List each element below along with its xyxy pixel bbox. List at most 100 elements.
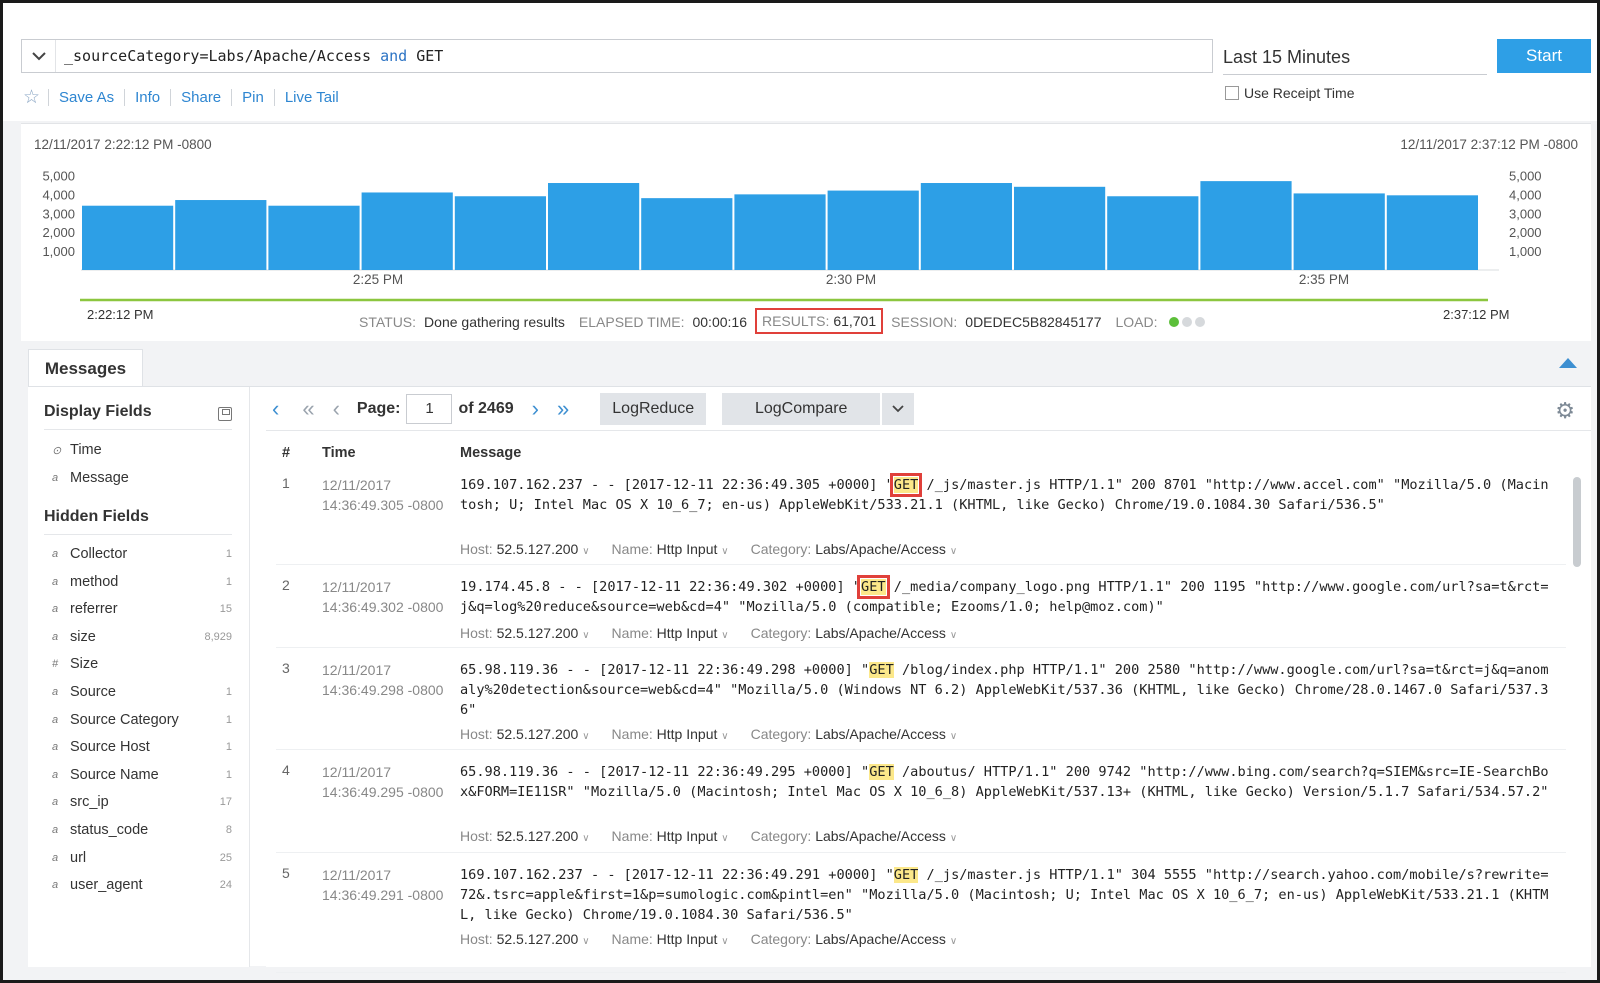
chevron-down-icon[interactable]: ∨ <box>582 630 589 641</box>
page-number-input[interactable]: 1 <box>406 393 453 424</box>
chevron-down-icon[interactable]: ∨ <box>582 833 589 844</box>
gear-icon[interactable]: ⚙ <box>1555 398 1575 424</box>
chevron-down-icon[interactable] <box>22 40 56 72</box>
tab-messages[interactable]: Messages <box>28 349 143 387</box>
field-item[interactable]: a size 8,929 <box>52 629 232 645</box>
field-item[interactable]: a user_agent 24 <box>52 877 232 893</box>
host-value[interactable]: 52.5.127.200 <box>497 828 579 844</box>
histogram-bar[interactable] <box>1386 195 1478 270</box>
chevron-down-icon[interactable]: ∨ <box>721 936 728 947</box>
category-value[interactable]: Labs/Apache/Access <box>815 828 946 844</box>
host-value[interactable]: 52.5.127.200 <box>497 726 579 742</box>
chevron-down-icon[interactable]: ∨ <box>582 936 589 947</box>
histogram-bar[interactable] <box>175 200 267 270</box>
chevron-down-icon[interactable]: ∨ <box>950 936 957 947</box>
name-value[interactable]: Http Input <box>657 726 718 742</box>
name-value[interactable]: Http Input <box>657 931 718 947</box>
category-value[interactable]: Labs/Apache/Access <box>815 726 946 742</box>
histogram-bar[interactable] <box>1014 186 1106 270</box>
field-item[interactable]: # Size <box>52 656 232 672</box>
live-tail-link[interactable]: Live Tail <box>273 88 349 106</box>
chevron-down-icon[interactable]: ∨ <box>721 630 728 641</box>
histogram-bar[interactable] <box>920 183 1012 270</box>
logcompare-dropdown[interactable] <box>882 392 915 425</box>
field-item[interactable]: a method 1 <box>52 574 232 590</box>
query-input[interactable]: _sourceCategory=Labs/Apache/Access and G… <box>21 39 1213 73</box>
category-value[interactable]: Labs/Apache/Access <box>815 931 946 947</box>
query-text[interactable]: _sourceCategory=Labs/Apache/Access and G… <box>56 47 443 65</box>
field-item[interactable]: a status_code 8 <box>52 822 232 838</box>
field-item[interactable]: a Source 1 <box>52 684 232 700</box>
histogram-bar[interactable] <box>548 183 640 270</box>
share-link[interactable]: Share <box>170 88 231 106</box>
scrollbar[interactable] <box>1573 477 1581 567</box>
chevron-left-icon[interactable]: ‹ <box>272 396 279 422</box>
chevron-down-icon[interactable]: ∨ <box>721 833 728 844</box>
column-header-num[interactable]: # <box>282 445 290 461</box>
chevron-down-icon[interactable]: ∨ <box>950 546 957 557</box>
field-item[interactable]: a src_ip 17 <box>52 794 232 810</box>
row-message[interactable]: 65.98.119.36 - - [2017-12-11 22:36:49.29… <box>460 660 1550 720</box>
name-value[interactable]: Http Input <box>657 625 718 641</box>
checkbox[interactable] <box>1225 86 1239 100</box>
field-item[interactable]: a Source Name 1 <box>52 767 232 783</box>
row-message[interactable]: 169.107.162.237 - - [2017-12-11 22:36:49… <box>460 473 1550 515</box>
chevron-down-icon[interactable]: ∨ <box>950 731 957 742</box>
field-item[interactable]: a Source Host 1 <box>52 739 232 755</box>
start-button[interactable]: Start <box>1497 39 1591 73</box>
collapse-up-icon[interactable] <box>1559 358 1577 368</box>
name-value[interactable]: Http Input <box>657 828 718 844</box>
save-as-link[interactable]: Save As <box>48 88 124 106</box>
row-message[interactable]: 65.98.119.36 - - [2017-12-11 22:36:49.29… <box>460 762 1550 802</box>
histogram-bar[interactable] <box>734 194 826 270</box>
chevron-down-icon[interactable]: ∨ <box>950 833 957 844</box>
save-icon[interactable] <box>218 407 232 421</box>
receipt-time-checkbox[interactable]: Use Receipt Time <box>1225 85 1354 101</box>
column-header-message[interactable]: Message <box>460 445 521 461</box>
histogram-bar[interactable] <box>82 205 174 270</box>
chevron-down-icon[interactable]: ∨ <box>721 546 728 557</box>
time-range-input[interactable]: Last 15 Minutes <box>1223 43 1487 75</box>
row-message[interactable]: 169.107.162.237 - - [2017-12-11 22:36:49… <box>460 865 1550 925</box>
category-value[interactable]: Labs/Apache/Access <box>815 625 946 641</box>
histogram-bar[interactable] <box>827 190 919 270</box>
field-item[interactable]: a Source Category 1 <box>52 712 232 728</box>
logcompare-button[interactable]: LogCompare <box>722 392 881 425</box>
chevron-down-icon[interactable]: ∨ <box>582 731 589 742</box>
histogram-bar[interactable] <box>1200 181 1292 270</box>
last-page-icon[interactable]: » <box>557 396 569 422</box>
histogram-bar[interactable] <box>454 196 546 270</box>
table-row[interactable]: 5 12/11/2017 14:36:49.291 -0800 169.107.162… <box>276 853 1566 973</box>
logreduce-button[interactable]: LogReduce <box>600 392 707 425</box>
host-value[interactable]: 52.5.127.200 <box>497 625 579 641</box>
histogram-bar[interactable] <box>641 198 733 270</box>
table-row[interactable]: 3 12/11/2017 14:36:49.298 -0800 65.98.119.3… <box>276 648 1566 750</box>
host-value[interactable]: 52.5.127.200 <box>497 541 579 557</box>
chevron-down-icon[interactable]: ∨ <box>582 546 589 557</box>
chevron-down-icon[interactable]: ∨ <box>950 630 957 641</box>
field-item[interactable]: a url 25 <box>52 850 232 866</box>
chevron-down-icon[interactable]: ∨ <box>721 731 728 742</box>
star-icon[interactable]: ☆ <box>23 86 40 109</box>
first-page-icon[interactable]: « <box>302 396 314 422</box>
pin-link[interactable]: Pin <box>231 88 274 106</box>
table-row[interactable]: 4 12/11/2017 14:36:49.295 -0800 65.98.119.3… <box>276 750 1566 853</box>
row-message[interactable]: 19.174.45.8 - - [2017-12-11 22:36:49.302… <box>460 575 1550 617</box>
table-row[interactable]: 1 12/11/2017 14:36:49.305 -0800 169.107.162… <box>276 463 1566 565</box>
field-item[interactable]: ⊙ Time <box>52 442 232 458</box>
info-link[interactable]: Info <box>124 88 170 106</box>
histogram-bar[interactable] <box>268 205 360 270</box>
histogram-bar[interactable] <box>1107 196 1199 270</box>
column-header-time[interactable]: Time <box>322 445 356 461</box>
next-page-icon[interactable]: › <box>532 396 539 422</box>
name-value[interactable]: Http Input <box>657 541 718 557</box>
host-value[interactable]: 52.5.127.200 <box>497 931 579 947</box>
histogram-bar[interactable] <box>1293 193 1385 270</box>
table-row[interactable]: 2 12/11/2017 14:36:49.302 -0800 19.174.45.8… <box>276 565 1566 648</box>
histogram-bar[interactable] <box>361 192 453 270</box>
category-value[interactable]: Labs/Apache/Access <box>815 541 946 557</box>
prev-page-icon[interactable]: ‹ <box>333 396 340 422</box>
field-item[interactable]: a Collector 1 <box>52 546 232 562</box>
field-item[interactable]: a Message <box>52 470 232 486</box>
field-item[interactable]: a referrer 15 <box>52 601 232 617</box>
